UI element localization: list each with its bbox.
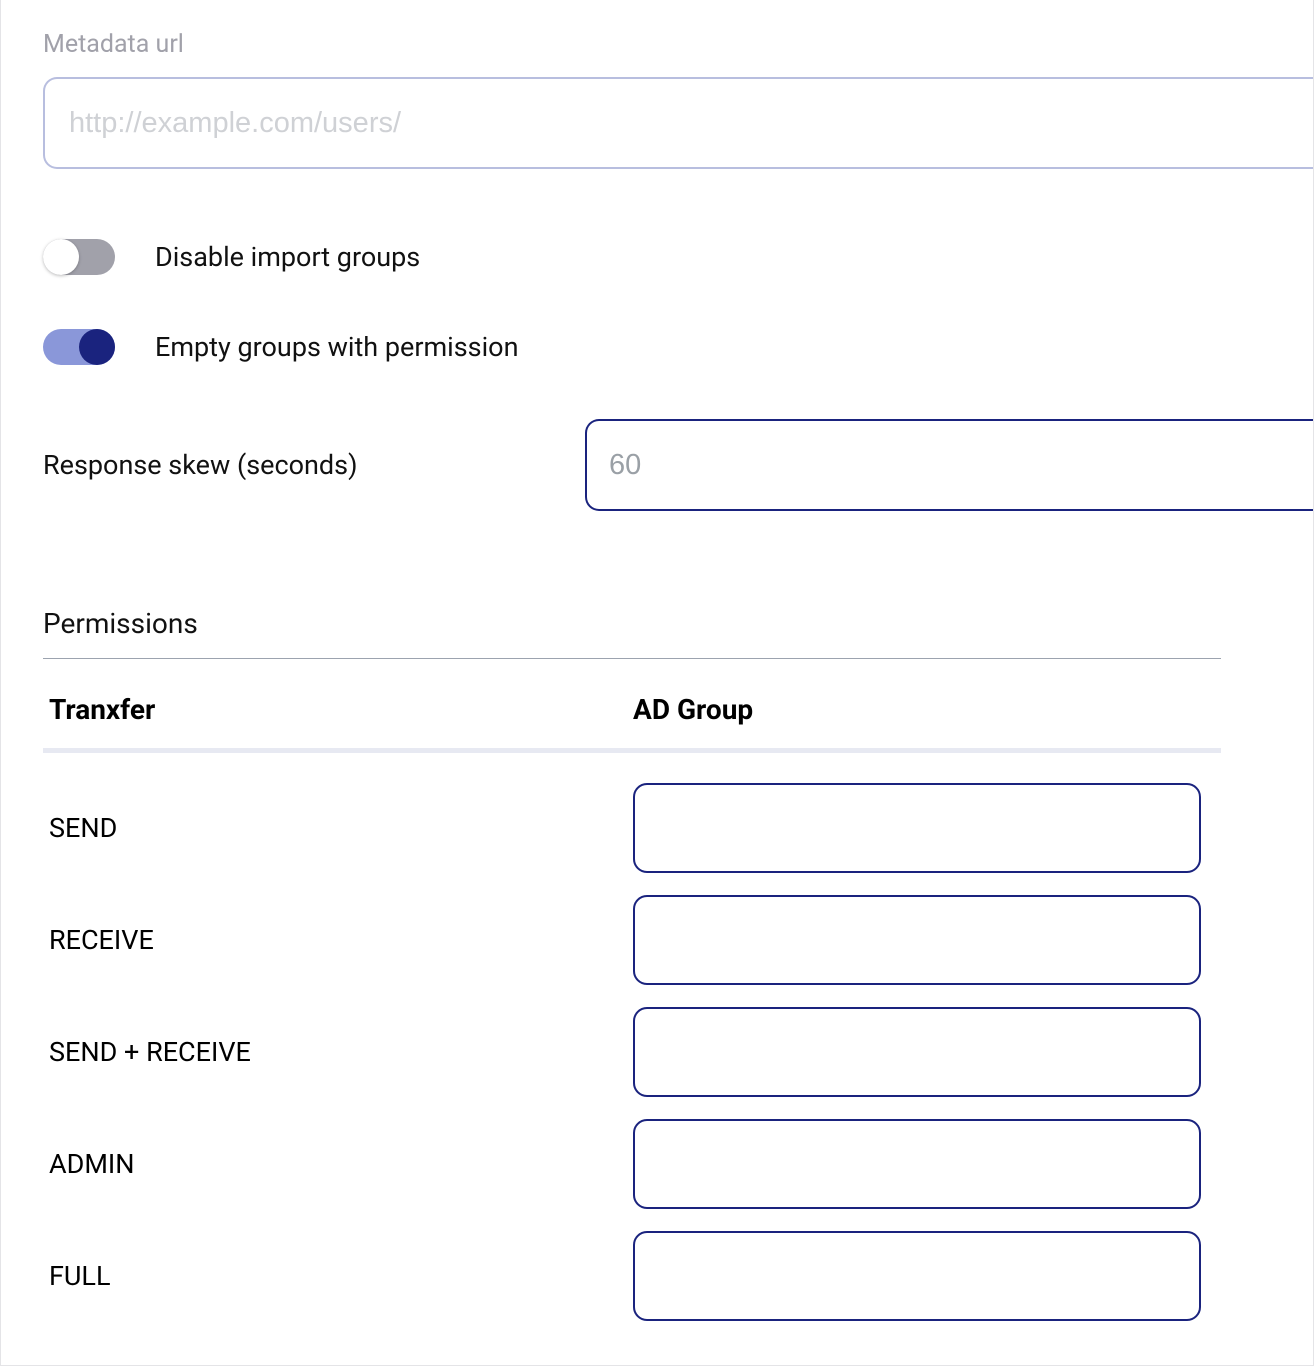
ad-group-input-admin[interactable] bbox=[633, 1119, 1201, 1209]
settings-panel: Metadata url Disable import groups Empty… bbox=[0, 0, 1314, 1366]
response-skew-row: Response skew (seconds) bbox=[43, 419, 1313, 511]
permissions-header-tranxfer: Tranxfer bbox=[43, 693, 633, 726]
toggles-block: Disable import groups Empty groups with … bbox=[43, 239, 1313, 365]
disable-import-groups-label: Disable import groups bbox=[155, 241, 420, 273]
empty-groups-permission-label: Empty groups with permission bbox=[155, 331, 519, 363]
metadata-url-label: Metadata url bbox=[43, 30, 1313, 59]
toggle-knob-icon bbox=[79, 329, 115, 365]
permission-name: RECEIVE bbox=[43, 924, 633, 956]
table-row: RECEIVE bbox=[43, 895, 1221, 985]
permission-name: ADMIN bbox=[43, 1148, 633, 1180]
toggle-knob-icon bbox=[43, 239, 79, 275]
table-row: FULL bbox=[43, 1231, 1221, 1321]
response-skew-label: Response skew (seconds) bbox=[43, 449, 585, 481]
ad-group-input-full[interactable] bbox=[633, 1231, 1201, 1321]
metadata-url-input[interactable] bbox=[43, 77, 1313, 169]
permissions-table: Tranxfer AD Group SEND RECEIVE SEND + RE… bbox=[43, 679, 1221, 1321]
permission-name: SEND bbox=[43, 812, 633, 844]
permission-name: SEND + RECEIVE bbox=[43, 1036, 633, 1068]
empty-groups-permission-row: Empty groups with permission bbox=[43, 329, 1313, 365]
empty-groups-permission-toggle[interactable] bbox=[43, 329, 115, 365]
ad-group-input-receive[interactable] bbox=[633, 895, 1201, 985]
disable-import-groups-row: Disable import groups bbox=[43, 239, 1313, 275]
permissions-title: Permissions bbox=[43, 607, 1221, 659]
ad-group-input-send[interactable] bbox=[633, 783, 1201, 873]
permissions-header-adgroup: AD Group bbox=[633, 693, 1221, 726]
table-row: SEND bbox=[43, 783, 1221, 873]
permissions-header: Tranxfer AD Group bbox=[43, 679, 1221, 753]
permissions-body: SEND RECEIVE SEND + RECEIVE ADMIN FULL bbox=[43, 753, 1221, 1321]
disable-import-groups-toggle[interactable] bbox=[43, 239, 115, 275]
table-row: SEND + RECEIVE bbox=[43, 1007, 1221, 1097]
permission-name: FULL bbox=[43, 1260, 633, 1292]
response-skew-input[interactable] bbox=[585, 419, 1313, 511]
ad-group-input-send-receive[interactable] bbox=[633, 1007, 1201, 1097]
table-row: ADMIN bbox=[43, 1119, 1221, 1209]
